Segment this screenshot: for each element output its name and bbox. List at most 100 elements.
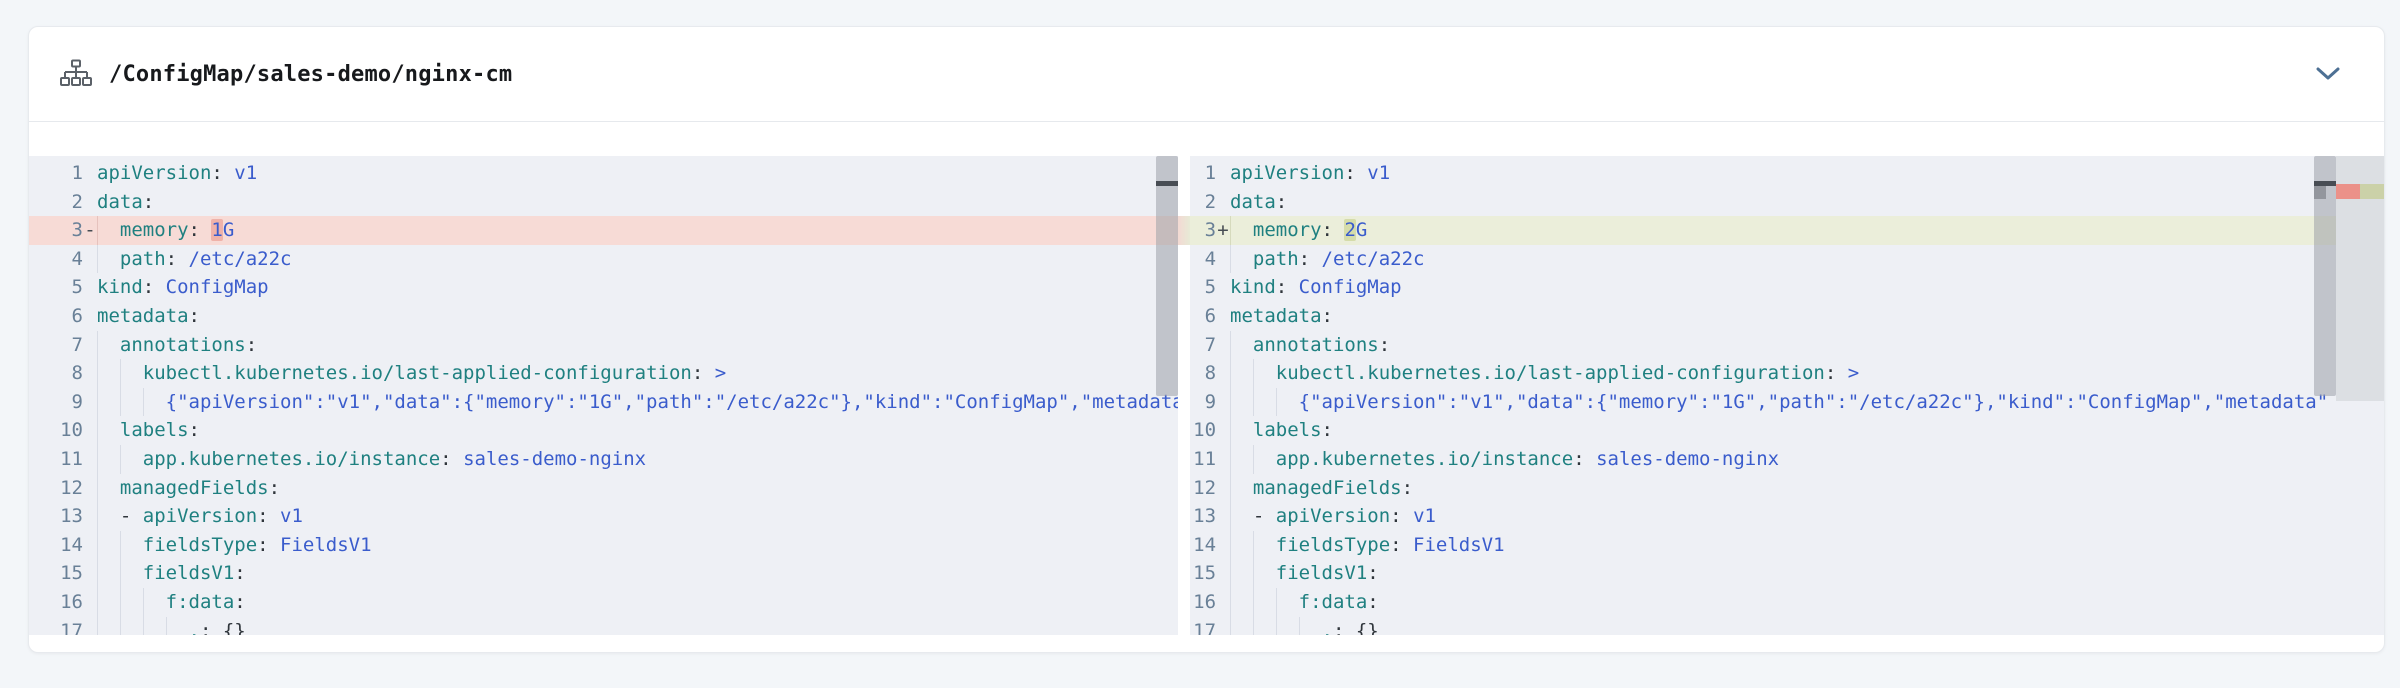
code-text: path: /etc/a22c — [97, 248, 291, 270]
line-number: 12 — [29, 474, 83, 503]
code-text: - apiVersion: v1 — [97, 505, 303, 527]
line-number: 3 — [1190, 216, 1216, 245]
line-number: 8 — [1190, 359, 1216, 388]
code-text: labels: — [1230, 419, 1333, 441]
code-line: 11 app.kubernetes.io/instance: sales-dem… — [29, 445, 1178, 474]
line-number: 10 — [29, 416, 83, 445]
line-number: 14 — [29, 531, 83, 560]
code-text: data: — [97, 191, 154, 213]
code-text: {"apiVersion":"v1","data":{"memory":"1G"… — [97, 391, 1178, 413]
line-number: 1 — [29, 159, 83, 188]
code-line: 11 app.kubernetes.io/instance: sales-dem… — [1190, 445, 2384, 474]
code-line: 15 fieldsV1: — [29, 559, 1178, 588]
line-number: 9 — [29, 388, 83, 417]
code-line: 3+ memory: 2G — [1190, 216, 2384, 245]
code-line: 10 labels: — [29, 416, 1178, 445]
code-line: 6 metadata: — [1190, 302, 2384, 331]
code-text: apiVersion: v1 — [1230, 162, 1390, 184]
code-text: annotations: — [97, 334, 257, 356]
scroll-position-mark — [1156, 181, 1178, 186]
code-text: fieldsType: FieldsV1 — [97, 534, 372, 556]
resource-diff-card: /ConfigMap/sales-demo/nginx-cm 1 apiVersi… — [28, 26, 2385, 653]
code-text: kind: ConfigMap — [1230, 276, 1402, 298]
code-text: metadata: — [97, 305, 200, 327]
code-text: memory: 2G — [1230, 219, 1367, 241]
chevron-down-icon[interactable] — [2316, 67, 2340, 81]
code-line: 12 managedFields: — [29, 474, 1178, 503]
right-scrollbar-thumb[interactable] — [2314, 156, 2336, 396]
header-divider — [29, 121, 2384, 122]
diff-chunk-connector — [1178, 216, 1190, 245]
resource-header[interactable]: /ConfigMap/sales-demo/nginx-cm — [29, 27, 2384, 121]
line-number: 14 — [1190, 531, 1216, 560]
code-line: 17 .: {} — [29, 617, 1178, 636]
code-text: metadata: — [1230, 305, 1333, 327]
deleted-chunk-marker — [2336, 184, 2360, 199]
line-number: 9 — [1190, 388, 1216, 417]
line-number: 11 — [29, 445, 83, 474]
line-number: 17 — [1190, 617, 1216, 636]
diff-pane-left[interactable]: 1apiVersion: v12data:3- memory: 1G4 path… — [29, 156, 1178, 635]
code-line: 16 f:data: — [1190, 588, 2384, 617]
code-text: app.kubernetes.io/instance: sales-demo-n… — [97, 448, 646, 470]
line-number: 4 — [1190, 245, 1216, 274]
line-number: 2 — [1190, 188, 1216, 217]
code-text: kubectl.kubernetes.io/last-applied-confi… — [97, 362, 726, 384]
code-line: 4 path: /etc/a22c — [1190, 245, 2384, 274]
code-text: labels: — [97, 419, 200, 441]
code-line: 16 f:data: — [29, 588, 1178, 617]
diff-marker: + — [1216, 216, 1230, 245]
diff-overview-ruler — [2336, 156, 2384, 401]
code-text: managedFields: — [1230, 477, 1413, 499]
code-line: 5kind: ConfigMap — [1190, 273, 2384, 302]
code-line: 9 {"apiVersion":"v1","data":{"memory":"1… — [1190, 388, 2384, 417]
line-number: 1 — [1190, 159, 1216, 188]
line-number: 11 — [1190, 445, 1216, 474]
code-line: 17 .: {} — [1190, 617, 2384, 636]
line-number: 4 — [29, 245, 83, 274]
left-scrollbar-thumb[interactable] — [1156, 156, 1178, 396]
code-text: apiVersion: v1 — [97, 162, 257, 184]
added-chunk-marker — [2360, 184, 2384, 199]
code-line: 7 annotations: — [1190, 331, 2384, 360]
code-line: 8 kubectl.kubernetes.io/last-applied-con… — [1190, 359, 2384, 388]
code-text: .: {} — [1230, 620, 1379, 636]
code-text: .: {} — [97, 620, 246, 636]
line-number: 16 — [1190, 588, 1216, 617]
code-text: fieldsType: FieldsV1 — [1230, 534, 1505, 556]
code-line: 6 metadata: — [29, 302, 1178, 331]
code-text: managedFields: — [97, 477, 280, 499]
code-line: 13 - apiVersion: v1 — [1190, 502, 2384, 531]
line-number: 5 — [29, 273, 83, 302]
line-number: 12 — [1190, 474, 1216, 503]
code-text: fieldsV1: — [1230, 562, 1379, 584]
diff-pane-right[interactable]: 1apiVersion: v12data:3+ memory: 2G4 path… — [1190, 156, 2384, 635]
code-line: 10 labels: — [1190, 416, 2384, 445]
code-text: - apiVersion: v1 — [1230, 505, 1436, 527]
code-text: kind: ConfigMap — [97, 276, 269, 298]
code-text: {"apiVersion":"v1","data":{"memory":"1G"… — [1230, 391, 2328, 413]
code-text: path: /etc/a22c — [1230, 248, 1424, 270]
scroll-chunk-shade — [2314, 186, 2326, 199]
code-line: 4 path: /etc/a22c — [29, 245, 1178, 274]
code-line: 12 managedFields: — [1190, 474, 2384, 503]
code-line: 15 fieldsV1: — [1190, 559, 2384, 588]
line-number: 8 — [29, 359, 83, 388]
line-number: 13 — [29, 502, 83, 531]
line-number: 10 — [1190, 416, 1216, 445]
line-number: 15 — [1190, 559, 1216, 588]
code-line: 2data: — [1190, 188, 2384, 217]
line-number: 6 — [1190, 302, 1216, 331]
line-number: 7 — [29, 331, 83, 360]
code-line: 1 apiVersion: v1 — [1190, 159, 2384, 188]
code-text: annotations: — [1230, 334, 1390, 356]
line-number: 7 — [1190, 331, 1216, 360]
line-number: 17 — [29, 617, 83, 636]
line-number: 6 — [29, 302, 83, 331]
code-line: 8 kubectl.kubernetes.io/last-applied-con… — [29, 359, 1178, 388]
code-text: f:data: — [97, 591, 246, 613]
code-text: kubectl.kubernetes.io/last-applied-confi… — [1230, 362, 1859, 384]
line-number: 13 — [1190, 502, 1216, 531]
code-text: f:data: — [1230, 591, 1379, 613]
code-line: 2data: — [29, 188, 1178, 217]
